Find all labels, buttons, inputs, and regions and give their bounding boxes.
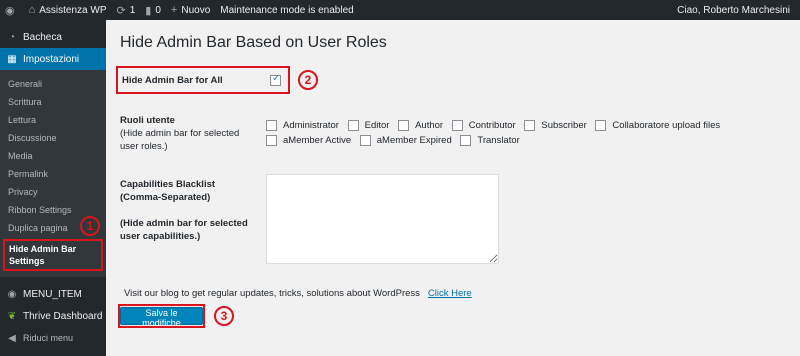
capabilities-textarea[interactable]: [266, 174, 499, 264]
home-icon: ⌂: [28, 4, 36, 16]
collapse-label: Riduci menu: [23, 333, 74, 343]
hide-all-row: Hide Admin Bar for All: [116, 66, 290, 94]
role-label: aMember Expired: [376, 135, 452, 146]
updates-count: 1: [129, 4, 136, 16]
role-amember-expired[interactable]: aMember Expired: [359, 133, 452, 148]
role-editor[interactable]: Editor: [347, 118, 390, 133]
plus-icon: +: [170, 4, 178, 16]
submenu-generali[interactable]: Generali: [0, 75, 106, 93]
role-checkbox[interactable]: [595, 119, 607, 131]
admin-bar: ◉ ⌂ Assistenza WP ⟳ 1 ▮ 0 + Nuovo Maintenanc…: [0, 0, 800, 20]
eye-icon: ◉: [7, 288, 17, 300]
menu-thrive-dashboard[interactable]: ❦ Thrive Dashboard: [0, 305, 106, 327]
role-label: Editor: [364, 120, 390, 131]
settings-submenu: Generali Scrittura Lettura Discussione M…: [0, 70, 106, 277]
role-checkbox[interactable]: [347, 119, 359, 131]
greeting-text: Ciao, Roberto Marchesini: [677, 4, 790, 16]
role-administrator[interactable]: Administrator: [266, 118, 339, 133]
role-label: Subscriber: [541, 120, 587, 131]
updates-menu[interactable]: ⟳ 1: [112, 0, 141, 20]
main-content: Hide Admin Bar Based on User Roles Hide …: [106, 20, 800, 356]
capabilities-field-label: Capabilities Blacklist (Comma-Separated)…: [120, 178, 260, 243]
menu-settings-label: Impostazioni: [23, 53, 80, 65]
submenu-permalink[interactable]: Permalink: [0, 165, 106, 183]
menu-dashboard[interactable]: ◔ Bacheca: [0, 26, 106, 48]
site-name: Assistenza WP: [39, 4, 107, 16]
roles-field-label: Ruoli utente (Hide admin bar for selecte…: [120, 114, 260, 153]
role-checkbox[interactable]: [359, 134, 371, 146]
role-label: Author: [415, 120, 444, 131]
role-subscriber[interactable]: Subscriber: [524, 118, 587, 133]
capabilities-description: (Hide admin bar for selected user capabi…: [120, 218, 248, 242]
role-translator[interactable]: Translator: [460, 133, 520, 148]
role-collaboratore-upload-files[interactable]: Collaboratore upload files: [595, 118, 720, 133]
site-name-menu[interactable]: ⌂ Assistenza WP: [24, 0, 112, 20]
role-label: Contributor: [468, 120, 516, 131]
collapse-menu[interactable]: ◀ Riduci menu: [0, 327, 106, 349]
role-label: Collaboratore upload files: [612, 120, 721, 131]
new-content-menu[interactable]: + Nuovo: [166, 0, 215, 20]
menu-settings[interactable]: ▦ Impostazioni: [0, 48, 106, 70]
capabilities-label: Capabilities Blacklist: [120, 179, 216, 190]
role-checkbox[interactable]: [451, 119, 463, 131]
roles-description: (Hide admin bar for selected user roles.…: [120, 128, 240, 152]
role-amember-active[interactable]: aMember Active: [266, 133, 351, 148]
account-menu[interactable]: Ciao, Roberto Marchesini: [672, 0, 800, 20]
hide-all-label: Hide Admin Bar for All: [122, 74, 223, 86]
dashboard-icon: ◔: [8, 31, 16, 43]
menu-menu-item[interactable]: ◉ MENU_ITEM: [0, 283, 106, 305]
comments-count: 0: [155, 4, 161, 16]
admin-sidebar: ◔ Bacheca ▦ Impostazioni Generali Scrittur…: [0, 20, 106, 356]
blog-link[interactable]: Click Here: [428, 288, 472, 299]
role-label: aMember Active: [283, 135, 352, 146]
blog-text: Visit our blog to get regular updates, t…: [124, 288, 420, 299]
roles-checkbox-list: Administrator Editor Author Contributor …: [266, 118, 796, 148]
capabilities-sublabel: (Comma-Separated): [120, 192, 211, 203]
leaf-icon: ❦: [7, 310, 17, 322]
callout-1: 1: [80, 216, 100, 236]
submenu-lettura[interactable]: Lettura: [0, 111, 106, 129]
wp-logo-menu[interactable]: ◉: [0, 0, 24, 20]
role-checkbox[interactable]: [524, 119, 536, 131]
submenu-scrittura[interactable]: Scrittura: [0, 93, 106, 111]
save-highlight: Salva le modifiche: [118, 304, 205, 328]
roles-label: Ruoli utente: [120, 115, 175, 126]
comments-menu[interactable]: ▮ 0: [140, 0, 166, 20]
wordpress-logo-icon: ◉: [5, 4, 15, 17]
callout-3: 3: [214, 306, 234, 326]
hide-all-checkbox[interactable]: [270, 73, 281, 86]
menu-dashboard-label: Bacheca: [23, 31, 62, 43]
role-checkbox[interactable]: [398, 119, 410, 131]
submenu-media[interactable]: Media: [0, 147, 106, 165]
page-title: Hide Admin Bar Based on User Roles: [120, 34, 387, 51]
updates-icon: ⟳: [116, 4, 126, 17]
submenu-privacy[interactable]: Privacy: [0, 183, 106, 201]
save-button[interactable]: Salva le modifiche: [120, 307, 203, 328]
role-contributor[interactable]: Contributor: [451, 118, 516, 133]
role-label: Translator: [477, 135, 520, 146]
blog-notice: Visit our blog to get regular updates, t…: [124, 288, 472, 299]
new-label: Nuovo: [181, 4, 211, 16]
submenu-hide-admin-bar-settings[interactable]: Hide Admin Bar Settings: [3, 239, 103, 271]
collapse-icon: ◀: [8, 332, 16, 344]
settings-icon: ▦: [7, 53, 17, 65]
callout-2: 2: [298, 70, 318, 90]
role-checkbox[interactable]: [266, 119, 277, 131]
menu-menu-item-label: MENU_ITEM: [23, 288, 82, 300]
submenu-discussione[interactable]: Discussione: [0, 129, 106, 147]
comment-icon: ▮: [145, 4, 152, 17]
role-label: Administrator: [283, 120, 339, 131]
role-checkbox[interactable]: [460, 134, 472, 146]
maintenance-text: Maintenance mode is enabled: [220, 4, 354, 16]
role-author[interactable]: Author: [398, 118, 443, 133]
menu-thrive-label: Thrive Dashboard: [23, 310, 103, 322]
maintenance-notice[interactable]: Maintenance mode is enabled: [215, 0, 358, 20]
role-checkbox[interactable]: [266, 134, 277, 146]
